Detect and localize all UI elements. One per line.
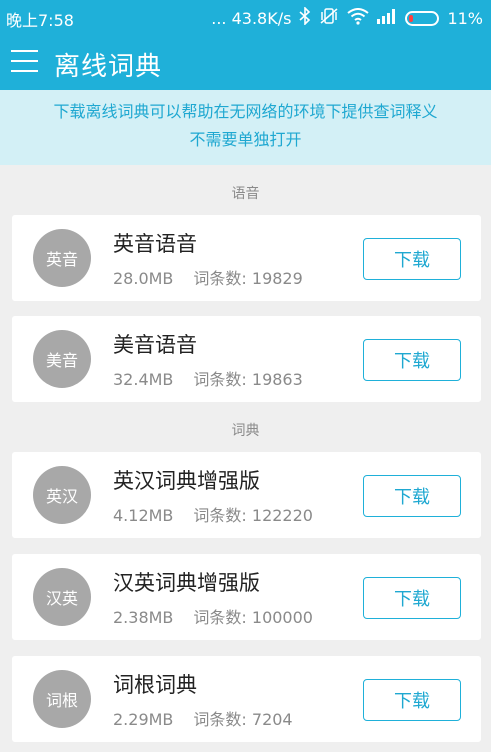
list-item: 美音 美音语音 32.4MB 词条数: 19863 下载 — [12, 316, 481, 402]
section-label-voice: 语音 — [231, 186, 260, 202]
avatar: 美音 — [33, 330, 91, 388]
signal-icon — [377, 8, 397, 28]
wifi-icon — [347, 7, 370, 29]
app-bar: 离线词典 — [0, 34, 491, 90]
item-meta: 4.12MB 词条数: 122220 — [113, 502, 313, 526]
battery-icon — [405, 10, 440, 26]
info-banner-line1: 下载离线词典可以帮助在无网络的环境下提供查词释义 — [53, 102, 438, 121]
status-bar: 晚上7:58 ... 43.8K/s 11% — [0, 0, 491, 34]
item-name: 词根词典 — [113, 673, 197, 697]
list-item: 英汉 英汉词典增强版 4.12MB 词条数: 122220 下载 — [12, 452, 481, 538]
list-item: 英音 英音语音 28.0MB 词条数: 19829 下载 — [12, 215, 481, 301]
download-button[interactable]: 下载 — [363, 577, 461, 619]
network-speed: ... 43.8K/s — [211, 8, 292, 28]
item-count: 词条数: 19829 — [193, 269, 303, 288]
avatar: 英音 — [33, 229, 91, 287]
item-count: 词条数: 122220 — [193, 506, 313, 525]
item-meta: 2.38MB 词条数: 100000 — [113, 604, 313, 628]
list-item: 汉英 汉英词典增强版 2.38MB 词条数: 100000 下载 — [12, 554, 481, 640]
item-name: 英汉词典增强版 — [113, 469, 260, 493]
item-count: 词条数: 19863 — [193, 370, 303, 389]
page-title: 离线词典 — [54, 52, 163, 82]
download-button[interactable]: 下载 — [363, 679, 461, 721]
download-button[interactable]: 下载 — [363, 475, 461, 517]
item-name: 汉英词典增强版 — [113, 571, 260, 595]
avatar: 词根 — [33, 670, 91, 728]
item-size: 32.4MB — [113, 370, 174, 389]
battery-percent: 11% — [447, 8, 483, 28]
avatar: 英汉 — [33, 466, 91, 524]
item-name: 美音语音 — [113, 333, 197, 357]
info-banner: 下载离线词典可以帮助在无网络的环境下提供查词释义 不需要单独打开 — [0, 90, 491, 165]
item-name: 英音语音 — [113, 232, 197, 256]
item-count: 词条数: 7204 — [193, 710, 293, 729]
menu-icon[interactable] — [11, 50, 38, 72]
item-size: 2.38MB — [113, 608, 174, 627]
vibrate-off-icon — [319, 7, 339, 29]
item-count: 词条数: 100000 — [193, 608, 313, 627]
section-label-dictionary: 词典 — [231, 423, 260, 439]
status-icons: ... 43.8K/s 11% — [211, 6, 483, 29]
item-meta: 32.4MB 词条数: 19863 — [113, 366, 303, 390]
item-meta: 28.0MB 词条数: 19829 — [113, 265, 303, 289]
list-item: 词根 词根词典 2.29MB 词条数: 7204 下载 — [12, 656, 481, 742]
item-meta: 2.29MB 词条数: 7204 — [113, 706, 293, 730]
status-time: 晚上7:58 — [6, 11, 74, 30]
info-banner-line2: 不需要单独打开 — [189, 130, 302, 149]
item-size: 4.12MB — [113, 506, 174, 525]
item-size: 28.0MB — [113, 269, 174, 288]
item-size: 2.29MB — [113, 710, 174, 729]
download-button[interactable]: 下载 — [363, 238, 461, 280]
bluetooth-icon — [299, 6, 311, 29]
avatar: 汉英 — [33, 568, 91, 626]
download-button[interactable]: 下载 — [363, 339, 461, 381]
